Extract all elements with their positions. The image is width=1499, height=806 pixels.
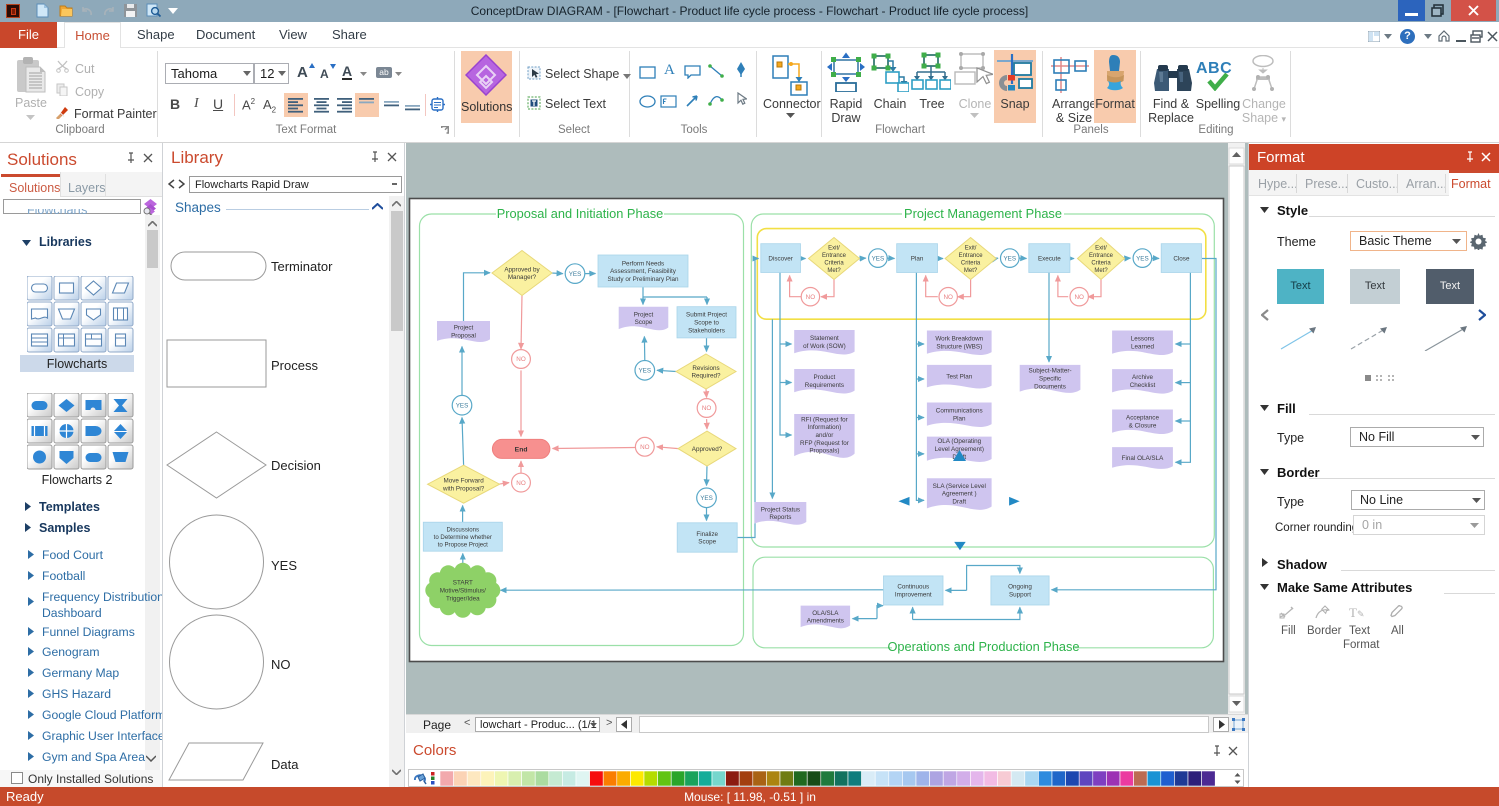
svg-text:Entrance: Entrance: [1089, 253, 1114, 259]
svg-text:YES: YES: [456, 402, 469, 409]
svg-text:Met?: Met?: [827, 268, 841, 274]
svg-text:Plan: Plan: [953, 415, 966, 422]
svg-text:Entrance: Entrance: [959, 253, 984, 259]
svg-text:Reports: Reports: [769, 514, 791, 521]
svg-text:Ongoing: Ongoing: [1008, 584, 1032, 591]
svg-text:Met?: Met?: [1094, 268, 1108, 274]
svg-text:Exit/: Exit/: [965, 245, 977, 251]
svg-text:Product: Product: [814, 374, 836, 381]
svg-text:Trigger/Idea: Trigger/Idea: [446, 595, 480, 602]
svg-text:Discover: Discover: [768, 255, 793, 262]
svg-text:Proposal and Initiation Phase: Proposal and Initiation Phase: [497, 206, 663, 221]
svg-text:Improvement: Improvement: [895, 592, 932, 599]
svg-text:SLA (Service Level: SLA (Service Level: [933, 483, 986, 490]
svg-text:Continuous: Continuous: [897, 584, 929, 591]
svg-text:Learned: Learned: [1131, 343, 1155, 350]
svg-text:Proposals): Proposals): [809, 448, 839, 455]
svg-text:Requirements: Requirements: [805, 382, 844, 389]
svg-text:Proposal: Proposal: [451, 332, 476, 339]
svg-text:Motive/Stimulus/: Motive/Stimulus/: [440, 588, 486, 595]
svg-text:Subject-Matter-: Subject-Matter-: [1029, 368, 1072, 375]
svg-text:Specific: Specific: [1039, 376, 1061, 383]
svg-text:Statement: Statement: [810, 335, 839, 342]
svg-text:Scope: Scope: [635, 319, 653, 326]
svg-text:Draft: Draft: [952, 498, 966, 505]
svg-text:Project: Project: [454, 324, 474, 331]
svg-text:Support: Support: [1009, 592, 1031, 599]
svg-text:Approved by: Approved by: [504, 266, 540, 273]
svg-text:Final OLA/SLA: Final OLA/SLA: [1122, 455, 1164, 462]
svg-text:OLA (Operating: OLA (Operating: [937, 438, 981, 445]
svg-text:Structure (WBS): Structure (WBS): [936, 343, 982, 350]
svg-text:Move Forward: Move Forward: [443, 477, 484, 484]
svg-text:Criteria: Criteria: [1091, 260, 1111, 266]
svg-text:to Propose Project: to Propose Project: [438, 541, 488, 548]
svg-text:NO: NO: [943, 294, 953, 301]
svg-text:Communications: Communications: [936, 408, 983, 415]
svg-text:Entrance: Entrance: [822, 253, 847, 259]
svg-text:Agreement ): Agreement ): [942, 491, 977, 498]
svg-text:Documents: Documents: [1034, 383, 1066, 390]
svg-text:NO: NO: [806, 294, 816, 301]
svg-text:Information): Information): [808, 424, 842, 431]
svg-text:Scope: Scope: [698, 539, 716, 546]
svg-text:Lessons: Lessons: [1131, 336, 1154, 343]
svg-text:RFP (Request for: RFP (Request for: [800, 440, 849, 447]
svg-text:Checklist: Checklist: [1130, 382, 1156, 389]
svg-text:NO: NO: [1074, 294, 1084, 301]
svg-text:Project Status: Project Status: [761, 506, 800, 513]
svg-text:YES: YES: [638, 368, 651, 375]
svg-text:Scope to: Scope to: [694, 320, 719, 327]
svg-text:Approved?: Approved?: [692, 446, 723, 453]
svg-text:START: START: [453, 580, 473, 587]
svg-text:Manager?: Manager?: [508, 274, 537, 281]
svg-text:Close: Close: [1173, 255, 1190, 262]
svg-text:RFI (Request for: RFI (Request for: [801, 416, 848, 423]
svg-text:Execute: Execute: [1038, 255, 1061, 262]
svg-text:Project Management Phase: Project Management Phase: [904, 206, 1062, 221]
svg-text:YES: YES: [569, 271, 582, 278]
svg-text:End: End: [515, 446, 528, 453]
svg-text:to Determine whether: to Determine whether: [434, 534, 492, 541]
svg-text:YES: YES: [872, 255, 885, 262]
svg-text:Test Plan: Test Plan: [946, 373, 972, 380]
svg-text:with Proposal?: with Proposal?: [442, 485, 485, 492]
svg-text:Revisions: Revisions: [692, 365, 719, 372]
svg-text:Stakeholders: Stakeholders: [688, 327, 725, 334]
svg-text:Exit/: Exit/: [1095, 245, 1107, 251]
svg-text:Exit/: Exit/: [828, 245, 840, 251]
svg-text:NO: NO: [516, 356, 526, 363]
svg-text:Discussions: Discussions: [447, 526, 480, 533]
svg-text:YES: YES: [1136, 255, 1149, 262]
svg-text:Finalize: Finalize: [696, 531, 718, 538]
svg-text:OLA/SLA: OLA/SLA: [812, 610, 839, 617]
svg-text:Met?: Met?: [964, 268, 978, 274]
svg-text:NO: NO: [640, 444, 650, 451]
svg-text:Submit Project: Submit Project: [686, 312, 727, 319]
svg-text:Criteria: Criteria: [824, 260, 844, 266]
svg-text:Assessment, Feasibility: Assessment, Feasibility: [610, 268, 677, 275]
svg-text:Project: Project: [634, 311, 654, 318]
svg-text:Required?: Required?: [691, 373, 721, 380]
svg-text:of Work (SOW): of Work (SOW): [803, 343, 846, 350]
svg-text:Criteria: Criteria: [961, 260, 981, 266]
svg-text:NO: NO: [702, 405, 712, 412]
svg-text:YES: YES: [700, 495, 713, 502]
svg-text:Amendments: Amendments: [807, 618, 844, 625]
svg-text:NO: NO: [516, 480, 526, 487]
svg-text:& Closure: & Closure: [1129, 422, 1157, 429]
svg-text:Perform Needs: Perform Needs: [622, 260, 664, 267]
svg-text:Acceptance: Acceptance: [1126, 415, 1159, 422]
svg-text:YES: YES: [1003, 255, 1016, 262]
svg-text:Work Breakdown: Work Breakdown: [935, 336, 983, 343]
svg-text:and/or: and/or: [815, 432, 833, 439]
svg-text:Archive: Archive: [1132, 374, 1153, 381]
svg-text:Study or Preliminary Plan: Study or Preliminary Plan: [607, 276, 679, 283]
svg-text:Operations and Production Phas: Operations and Production Phase: [887, 639, 1079, 654]
svg-text:Plan: Plan: [911, 255, 924, 262]
